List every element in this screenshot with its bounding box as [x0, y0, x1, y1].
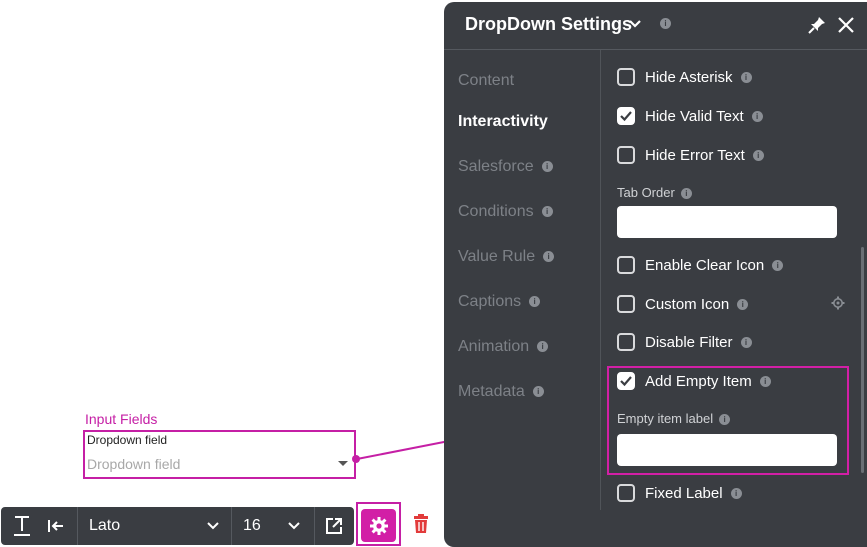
nav-value-rule[interactable]: Value Rule i — [458, 248, 555, 266]
nav-animation[interactable]: Animation i — [458, 338, 549, 356]
delete-button[interactable] — [404, 507, 438, 542]
add-empty-item-highlight — [607, 366, 849, 475]
info-icon: i — [740, 336, 752, 348]
close-icon[interactable] — [836, 15, 856, 35]
hide-error-text-option[interactable]: Hide Error Text i — [617, 145, 764, 165]
info-icon: i — [730, 487, 742, 499]
nav-captions[interactable]: Captions i — [458, 293, 541, 311]
disable-filter-label: Disable Filter — [645, 333, 733, 351]
info-icon: i — [772, 259, 784, 271]
settings-button[interactable] — [361, 509, 396, 542]
enable-clear-icon-checkbox[interactable] — [617, 256, 635, 274]
nav-content[interactable]: Content — [458, 72, 514, 90]
fixed-label-option[interactable]: Fixed Label i — [617, 483, 742, 503]
enable-clear-icon-option[interactable]: Enable Clear Icon i — [617, 255, 784, 275]
checkmark-icon — [620, 111, 632, 122]
info-icon: i — [740, 71, 752, 83]
info-icon: i — [751, 110, 763, 122]
fixed-label-label: Fixed Label — [645, 484, 723, 502]
trash-icon — [414, 514, 428, 533]
info-icon: i — [737, 298, 749, 310]
pin-icon[interactable] — [808, 16, 826, 34]
tab-order-input[interactable] — [617, 206, 837, 238]
chevron-down-icon[interactable] — [628, 17, 642, 31]
info-icon: i — [529, 296, 541, 308]
custom-icon-label: Custom Icon — [645, 295, 730, 313]
nav-divider — [600, 50, 601, 510]
settings-button-highlight — [356, 502, 401, 546]
external-link-icon[interactable] — [325, 517, 343, 540]
font-family-select[interactable]: Lato — [89, 517, 120, 535]
nav-conditions[interactable]: Conditions i — [458, 203, 553, 221]
hide-error-text-checkbox[interactable] — [617, 146, 635, 164]
scrollbar[interactable] — [861, 247, 864, 473]
panel-title[interactable]: DropDown Settings — [465, 14, 632, 35]
hide-asterisk-checkbox[interactable] — [617, 68, 635, 86]
hide-valid-text-label: Hide Valid Text — [645, 107, 744, 125]
chevron-down-icon[interactable] — [206, 519, 220, 538]
gear-icon — [370, 517, 388, 535]
nav-salesforce[interactable]: Salesforce i — [458, 158, 553, 176]
align-left-icon[interactable] — [47, 517, 65, 540]
font-size-select[interactable]: 16 — [243, 517, 261, 535]
info-icon[interactable]: i — [660, 18, 671, 29]
disable-filter-option[interactable]: Disable Filter i — [617, 332, 752, 352]
nav-metadata[interactable]: Metadata i — [458, 383, 544, 401]
text-style-icon[interactable] — [13, 515, 31, 542]
fixed-label-checkbox[interactable] — [617, 484, 635, 502]
info-icon: i — [543, 251, 555, 263]
info-icon: i — [752, 149, 764, 161]
info-icon: i — [537, 341, 549, 353]
nav-interactivity[interactable]: Interactivity — [458, 113, 548, 131]
enable-clear-icon-label: Enable Clear Icon — [645, 256, 765, 274]
custom-icon-gear-icon[interactable] — [831, 296, 845, 310]
info-icon: i — [532, 386, 544, 398]
disable-filter-checkbox[interactable] — [617, 333, 635, 351]
custom-icon-option[interactable]: Custom Icon i — [617, 294, 749, 314]
tab-order-label: Tab Order i — [617, 185, 692, 200]
hide-asterisk-label: Hide Asterisk — [645, 68, 733, 86]
panel-header: DropDown Settings i — [444, 2, 867, 50]
info-icon: i — [680, 188, 692, 200]
format-toolbar: Lato 16 — [1, 507, 354, 545]
hide-valid-text-option[interactable]: Hide Valid Text i — [617, 106, 763, 126]
info-icon: i — [541, 161, 553, 173]
chevron-down-icon[interactable] — [287, 519, 301, 538]
hide-valid-text-checkbox[interactable] — [617, 107, 635, 125]
editor-screen: Input Fields Dropdown field Dropdown fie… — [0, 0, 867, 547]
hide-asterisk-option[interactable]: Hide Asterisk i — [617, 67, 752, 87]
hide-error-text-label: Hide Error Text — [645, 146, 745, 164]
custom-icon-checkbox[interactable] — [617, 295, 635, 313]
info-icon: i — [541, 206, 553, 218]
